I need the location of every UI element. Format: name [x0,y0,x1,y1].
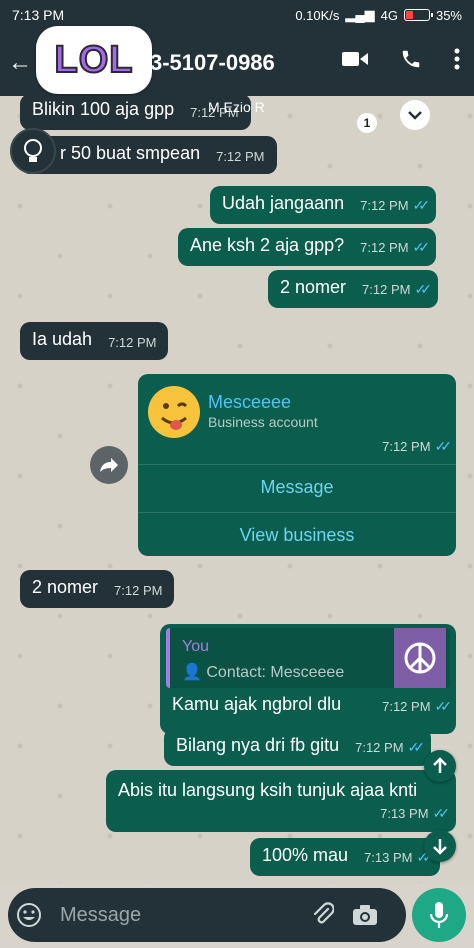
message-out[interactable]: Ane ksh 2 aja gpp? 7:12 PM ✓✓ [178,228,437,266]
quote-author: You [182,638,209,655]
back-arrow-icon[interactable]: ← [0,49,40,77]
status-icons: 0.10K/s ▂▄▆ 4G 35% [295,7,462,23]
emoji-icon[interactable] [8,902,50,928]
peace-thumbnail [394,628,446,688]
status-time: 7:13 PM [12,7,65,23]
chat-area[interactable]: Blikin 100 aja gpp 7:12 PM M Ezio R r 50… [0,96,474,884]
message-out[interactable]: Udah jangaann 7:12 PM ✓✓ [210,186,436,224]
mic-button[interactable] [412,888,466,942]
message-in[interactable]: 2 nomer 7:12 PM [20,570,175,608]
quote-text: Contact: Mesceeee [206,664,345,681]
contact-person-icon: 👤 [182,664,207,681]
lol-sticker: LOL [36,26,152,94]
phone-call-icon[interactable] [400,48,422,70]
view-business-button[interactable]: View business [138,512,456,558]
mic-icon [429,902,449,928]
more-options-icon[interactable] [454,48,460,70]
message-out[interactable]: Abis itu langsung ksih tunjuk ajaa knti … [106,770,456,832]
message-out[interactable]: 100% mau 7:13 PM ✓✓ [250,838,440,876]
business-name: Mesceeee [208,392,292,412]
scroll-up-icon[interactable] [424,750,456,782]
forward-icon[interactable] [90,446,128,484]
quoted-block[interactable]: You 👤 Contact: Mesceeee [166,628,450,688]
unread-badge: 1 [357,113,377,133]
contact-avatar [148,386,200,438]
business-subtitle: Business account [208,414,318,430]
camera-icon[interactable] [344,904,386,926]
quoted-sender-name: M Ezio R [208,99,265,115]
network-type: 4G [380,7,398,23]
bulb-sticker-icon [10,128,56,174]
read-tick-icon: ✓✓ [434,698,453,714]
read-tick-icon: ✓✓ [407,739,426,755]
reply-text: Kamu ajak ngbrol dlu [172,694,342,714]
read-tick-icon: ✓✓ [434,438,453,454]
business-contact-card[interactable]: Mesceeee Business account 7:12 PM ✓✓ Mess… [138,374,456,556]
message-input[interactable] [60,903,290,927]
read-tick-icon: ✓✓ [414,281,432,297]
battery-icon [403,9,433,21]
battery-percent: 35% [435,7,462,23]
message-in[interactable]: Ia udah 7:12 PM [20,322,169,360]
attach-icon[interactable] [302,902,344,928]
read-tick-icon: ✓✓ [412,239,431,255]
compose-bar [0,884,474,948]
signal-icon: ▂▄▆ [345,7,375,22]
message-out[interactable]: Bilang nya dri fb gitu 7:12 PM ✓✓ [164,728,431,766]
scroll-down-arrow-icon[interactable] [424,830,456,862]
contact-title[interactable]: 3-5107-0986 [150,50,275,76]
quoted-reply-message[interactable]: You 👤 Contact: Mesceeee Kamu ajak ngbrol… [160,624,456,734]
message-in[interactable]: r 50 buat smpean 7:12 PM [20,136,277,174]
message-input-container [8,888,406,942]
header-actions [342,48,460,70]
message-out[interactable]: 2 nomer 7:12 PM ✓✓ [268,270,438,308]
battery-fill [405,11,414,19]
read-tick-icon: ✓✓ [412,197,431,213]
scroll-down-icon[interactable] [400,100,430,130]
video-call-icon[interactable] [342,50,368,68]
network-speed: 0.10K/s [295,7,340,23]
read-tick-icon: ✓✓ [432,805,451,821]
message-button[interactable]: Message [138,464,456,510]
